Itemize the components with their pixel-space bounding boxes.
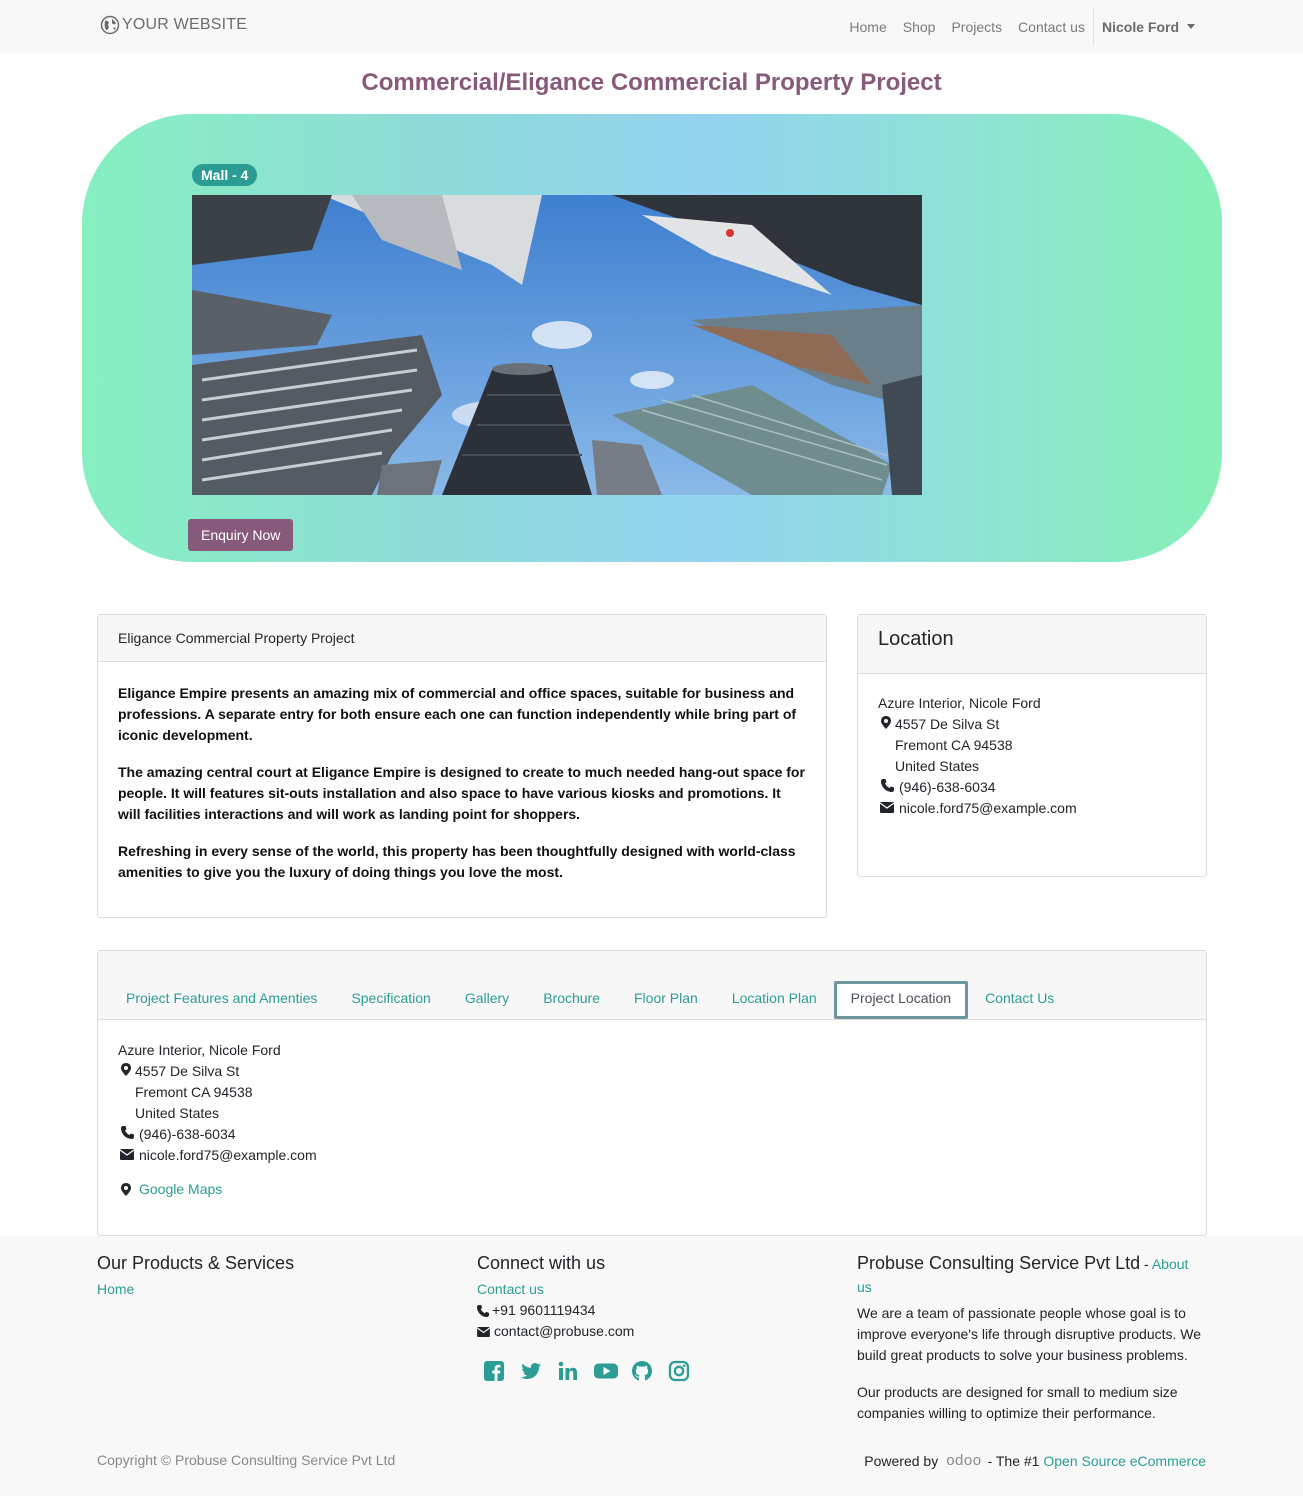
chevron-down-icon — [1187, 24, 1195, 29]
description-paragraph: Eligance Empire presents an amazing mix … — [118, 685, 797, 743]
about-paragraph: We are a team of passionate people whose… — [857, 1305, 1202, 1363]
youtube-icon[interactable] — [594, 1360, 618, 1382]
brand-logo[interactable]: YOUR WEBSITE — [100, 15, 247, 35]
google-maps-link-row: Google Maps — [118, 1179, 317, 1200]
footer-contact-link[interactable]: Contact us — [477, 1281, 544, 1297]
tab-contact-us[interactable]: Contact Us — [968, 981, 1071, 1019]
map-marker-icon — [878, 714, 895, 735]
envelope-icon — [477, 1326, 490, 1337]
footer: Our Products & Services Home Connect wit… — [0, 1236, 1303, 1496]
footer-products: Our Products & Services Home — [97, 1252, 437, 1300]
phone-icon — [477, 1304, 489, 1317]
tagline-text: - The #1 — [987, 1452, 1040, 1469]
nav-home[interactable]: Home — [841, 19, 894, 35]
description-header: Eligance Commercial Property Project — [98, 615, 826, 662]
footer-phone: +91 9601119434 — [492, 1302, 596, 1318]
location-card: Location Azure Interior, Nicole Ford 455… — [857, 614, 1207, 877]
tab-project-location[interactable]: Project Location — [833, 981, 969, 1019]
location-street: 4557 De Silva St — [135, 1063, 240, 1079]
footer-home-link[interactable]: Home — [97, 1281, 134, 1297]
location-header: Location — [858, 615, 1206, 674]
globe-icon — [100, 15, 120, 35]
title-separator: - — [1140, 1256, 1152, 1272]
map-marker-icon — [121, 1183, 131, 1196]
project-location-panel: Azure Interior, Nicole Ford 4557 De Silv… — [118, 1040, 317, 1200]
location-email: nicole.ford75@example.com — [899, 800, 1077, 816]
powered-by: Powered by odoo - The #1 Open Source eCo… — [864, 1452, 1206, 1469]
description-paragraph: The amazing central court at Eligance Em… — [118, 764, 805, 822]
about-paragraph: Our products are designed for small to m… — [857, 1384, 1178, 1421]
location-phone: (946)-638-6034 — [139, 1126, 236, 1142]
page-title: Commercial/Eligance Commercial Property … — [361, 69, 942, 96]
company-name: Probuse Consulting Service Pvt Ltd — [857, 1253, 1141, 1273]
project-badge: Mall - 4 — [192, 164, 258, 186]
brand-text: YOUR WEBSITE — [122, 16, 248, 33]
description-body: Eligance Empire presents an amazing mix … — [98, 662, 826, 920]
navbar: YOUR WEBSITE Home Shop Projects Contact … — [0, 0, 1303, 53]
location-name: Azure Interior, Nicole Ford — [878, 695, 1041, 711]
google-maps-link[interactable]: Google Maps — [139, 1179, 222, 1200]
social-links — [483, 1360, 817, 1382]
footer-email: contact@probuse.com — [494, 1323, 635, 1339]
nav-contact-us[interactable]: Contact us — [1010, 19, 1093, 35]
location-country: United States — [135, 1105, 220, 1121]
envelope-icon — [878, 798, 899, 819]
tabs-header: Project Features and Amenties Specificat… — [98, 951, 1206, 1020]
user-name: Nicole Ford — [1101, 18, 1179, 35]
location-address: Azure Interior, Nicole Ford 4557 De Silv… — [858, 674, 1206, 838]
location-city: Fremont CA 94538 — [135, 1084, 253, 1100]
linkedin-icon[interactable] — [557, 1360, 579, 1382]
project-image — [192, 195, 922, 495]
envelope-icon — [118, 1145, 139, 1166]
tab-gallery[interactable]: Gallery — [448, 981, 526, 1019]
footer-products-title: Our Products & Services — [97, 1253, 295, 1273]
copyright: Copyright © Probuse Consulting Service P… — [97, 1452, 396, 1468]
location-street: 4557 De Silva St — [895, 716, 1000, 732]
location-phone: (946)-638-6034 — [899, 779, 996, 795]
nav-menu: Home Shop Projects Contact us Nicole For… — [841, 0, 1203, 53]
phone-icon — [118, 1124, 139, 1145]
location-email: nicole.ford75@example.com — [139, 1147, 317, 1163]
tab-features[interactable]: Project Features and Amenties — [109, 981, 334, 1019]
tab-specification[interactable]: Specification — [334, 981, 447, 1019]
enquiry-button[interactable]: Enquiry Now — [188, 519, 294, 551]
twitter-icon[interactable] — [520, 1360, 542, 1382]
user-menu[interactable]: Nicole Ford — [1094, 19, 1203, 35]
footer-about-title: Probuse Consulting Service Pvt Ltd - Abo… — [857, 1252, 1207, 1298]
map-marker-icon — [118, 1061, 135, 1082]
odoo-logo[interactable]: odoo — [946, 1452, 981, 1469]
location-city: Fremont CA 94538 — [895, 737, 1013, 753]
location-name: Azure Interior, Nicole Ford — [118, 1042, 281, 1058]
project-tabs-card: Project Features and Amenties Specificat… — [97, 950, 1207, 1236]
hero-banner: Mall - 4 Enquiry Now — [82, 114, 1222, 562]
phone-icon — [878, 777, 899, 798]
footer-connect-title: Connect with us — [477, 1253, 606, 1273]
nav-shop[interactable]: Shop — [895, 19, 944, 35]
nav-projects[interactable]: Projects — [943, 19, 1010, 35]
footer-about: Probuse Consulting Service Pvt Ltd - Abo… — [857, 1252, 1207, 1440]
tab-location-plan[interactable]: Location Plan — [715, 981, 834, 1019]
instagram-icon[interactable] — [668, 1360, 690, 1382]
tab-list: Project Features and Amenties Specificat… — [109, 981, 1071, 1019]
github-icon[interactable] — [631, 1360, 653, 1382]
footer-connect: Connect with us Contact us +91 960111943… — [477, 1252, 817, 1382]
powered-by-text: Powered by — [864, 1452, 939, 1469]
ecommerce-link[interactable]: Open Source eCommerce — [1043, 1453, 1206, 1469]
description-paragraph: Refreshing in every sense of the world, … — [118, 843, 796, 880]
tab-brochure[interactable]: Brochure — [526, 981, 617, 1019]
tab-floor-plan[interactable]: Floor Plan — [617, 981, 715, 1019]
facebook-icon[interactable] — [483, 1360, 505, 1382]
description-card: Eligance Commercial Property Project Eli… — [97, 614, 827, 918]
location-country: United States — [895, 758, 980, 774]
